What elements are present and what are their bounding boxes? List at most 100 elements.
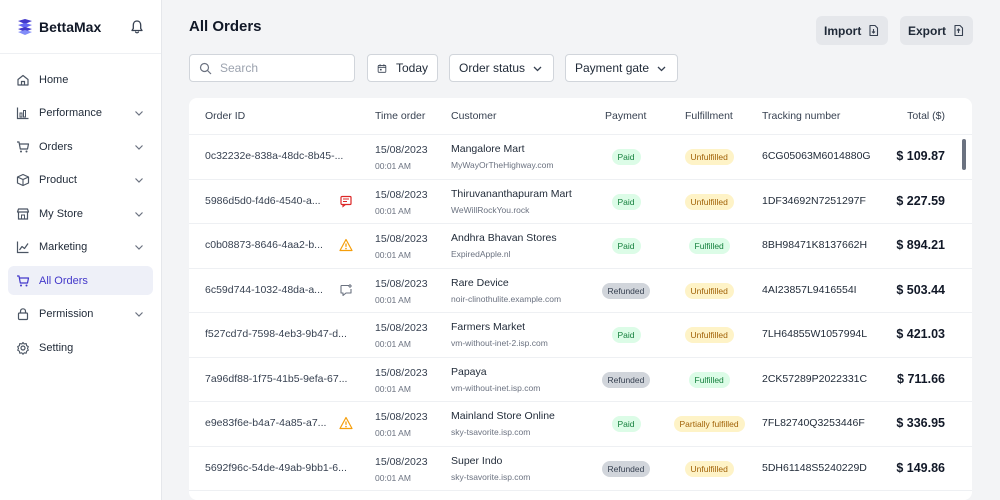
order-status-label: Order status — [459, 61, 526, 75]
fulfillment-status-badge: Unfulfilled — [684, 460, 734, 477]
sidebar-item-marketing[interactable]: Marketing — [8, 233, 153, 262]
table-row[interactable]: 5986d5d0-f4d6-4540-a... 15/08/2023 00:01 A… — [189, 180, 972, 224]
sidebar-item-label: Performance — [39, 107, 102, 119]
store-icon — [16, 207, 30, 220]
order-time: 00:01 AM — [375, 161, 411, 171]
brand-header: BettaMax — [0, 0, 161, 54]
order-total: $ 149.86 — [896, 460, 945, 475]
order-total: $ 227.59 — [896, 193, 945, 208]
sidebar-item-label: Marketing — [39, 241, 88, 253]
column-header-total[interactable]: Total ($) — [907, 110, 945, 122]
order-id[interactable]: 0c32232e-838a-48dc-8b45-... — [205, 150, 343, 162]
chevron-down-icon — [135, 211, 143, 217]
order-time: 00:01 AM — [375, 428, 411, 438]
note-icon[interactable] — [339, 194, 353, 208]
order-date: 15/08/2023 — [375, 144, 428, 156]
export-button[interactable]: Export — [900, 16, 974, 45]
box-icon — [16, 173, 30, 187]
bell-icon[interactable] — [129, 19, 145, 35]
fulfillment-status-badge: Unfulfilled — [684, 282, 734, 299]
page-title: All Orders — [189, 18, 262, 35]
chevron-down-icon — [135, 144, 143, 150]
order-id[interactable]: 5986d5d0-f4d6-4540-a... — [205, 195, 321, 207]
fulfillment-status-badge: Fulfilled — [688, 371, 730, 388]
export-button-label: Export — [908, 23, 947, 38]
column-header-order-id[interactable]: Order ID — [205, 110, 245, 122]
sidebar-item-performance[interactable]: Performance — [8, 99, 153, 128]
sidebar-item-label: Orders — [39, 140, 73, 153]
sidebar-item-my-store[interactable]: My Store — [8, 199, 153, 228]
order-id[interactable]: 7a96df88-1f75-41b5-9efa-67... — [205, 373, 347, 385]
sidebar-item-orders[interactable]: Orders — [8, 132, 153, 161]
customer-name: Mainland Store Online — [451, 410, 555, 422]
marketing-chart-icon — [16, 241, 29, 254]
import-button-label: Import — [824, 23, 862, 38]
sidebar-item-label: Product — [39, 174, 77, 186]
payment-gate-dropdown[interactable]: Payment gate — [565, 54, 678, 82]
betta-logo-icon — [18, 18, 32, 35]
customer-name: Andhra Bhavan Stores — [451, 232, 557, 244]
table-row[interactable]: e9e83f6e-b4a7-4a85-a7... 15/08/2023 00:01 … — [189, 402, 972, 447]
order-status-dropdown[interactable]: Order status — [449, 54, 554, 82]
lock-icon — [17, 308, 29, 321]
gear-icon — [17, 341, 29, 355]
chevron-down-icon — [135, 312, 143, 317]
sidebar-item-label: Permission — [39, 308, 94, 320]
payment-gate-label: Payment gate — [575, 61, 650, 75]
order-total: $ 336.95 — [896, 416, 945, 430]
sidebar-item-product[interactable]: Product — [8, 166, 153, 195]
customer-name: Super Indo — [451, 454, 503, 467]
calendar-icon — [377, 63, 387, 73]
file-import-icon — [869, 24, 879, 37]
comment-icon[interactable] — [339, 283, 353, 297]
tracking-number: 5DH61148S5240229D — [762, 461, 867, 474]
order-time: 00:01 AM — [375, 294, 411, 305]
fulfillment-status-badge: Fulfilled — [688, 238, 730, 254]
column-header-tracking-number[interactable]: Tracking number — [762, 110, 840, 122]
order-id[interactable]: c0b08873-8646-4aa2-b... — [205, 239, 323, 251]
table-row[interactable]: 7a96df88-1f75-41b5-9efa-67... 15/08/2023 0… — [189, 358, 972, 402]
column-header-time-order[interactable]: Time order — [375, 110, 425, 122]
table-row[interactable]: 5692f96c-54de-49ab-9bb1-6... 15/08/2023 00… — [189, 447, 972, 491]
order-date: 15/08/2023 — [375, 411, 428, 423]
search-input[interactable] — [220, 61, 340, 75]
payment-status-badge: Paid — [611, 238, 641, 254]
sidebar-nav: Home Performance Orders Product My Store… — [0, 54, 161, 362]
order-time: 00:01 AM — [375, 383, 411, 394]
customer-name: Mangalore Mart — [451, 143, 525, 155]
order-id[interactable]: 6c59d744-1032-48da-a... — [205, 284, 323, 296]
sidebar-item-home[interactable]: Home — [8, 65, 153, 94]
order-id[interactable]: f527cd7d-7598-4eb3-9b47-d... — [205, 328, 347, 340]
sidebar-item-all-orders[interactable]: All Orders — [8, 266, 153, 295]
tracking-number: 2CK57289P2022331C — [762, 372, 868, 385]
column-header-customer[interactable]: Customer — [451, 110, 497, 122]
chevron-down-icon — [533, 66, 542, 71]
table-row[interactable]: c0b08873-8646-4aa2-b... 15/08/2023 00:01 A… — [189, 224, 972, 269]
date-filter-button[interactable]: Today — [367, 54, 438, 82]
order-id[interactable]: 5692f96c-54de-49ab-9bb1-6... — [205, 462, 347, 474]
column-header-payment[interactable]: Payment — [605, 110, 646, 122]
warning-icon[interactable] — [339, 416, 353, 430]
table-row[interactable]: 0c32232e-838a-48dc-8b45-... 15/08/2023 00:… — [189, 135, 972, 180]
warning-icon[interactable] — [339, 238, 353, 252]
payment-status-badge: Paid — [611, 416, 641, 432]
table-body: 0c32232e-838a-48dc-8b45-... 15/08/2023 00:… — [189, 135, 972, 491]
file-export-icon — [954, 24, 964, 37]
column-header-fulfillment[interactable]: Fulfillment — [685, 110, 733, 122]
fulfillment-status-badge: Unfulfilled — [684, 193, 734, 210]
customer-domain: noir-clinothulite.example.com — [451, 293, 562, 304]
table-scrollbar[interactable] — [962, 139, 966, 170]
fulfillment-status-badge: Unfulfilled — [684, 149, 734, 165]
table-row[interactable]: 6c59d744-1032-48da-a... 15/08/2023 00:01 A… — [189, 269, 972, 313]
order-date: 15/08/2023 — [375, 366, 428, 379]
sidebar-item-permission[interactable]: Permission — [8, 300, 153, 329]
import-button[interactable]: Import — [816, 16, 889, 45]
payment-status-badge: Paid — [611, 149, 641, 165]
customer-name: Rare Device — [451, 276, 509, 289]
order-id[interactable]: e9e83f6e-b4a7-4a85-a7... — [205, 417, 326, 429]
tracking-number: 4AI23857L9416554I — [762, 283, 857, 296]
cart-icon — [17, 274, 30, 286]
sidebar-item-setting[interactable]: Setting — [8, 333, 153, 362]
table-row[interactable]: f527cd7d-7598-4eb3-9b47-d... 15/08/2023 00… — [189, 313, 972, 358]
search-box[interactable] — [189, 54, 355, 82]
